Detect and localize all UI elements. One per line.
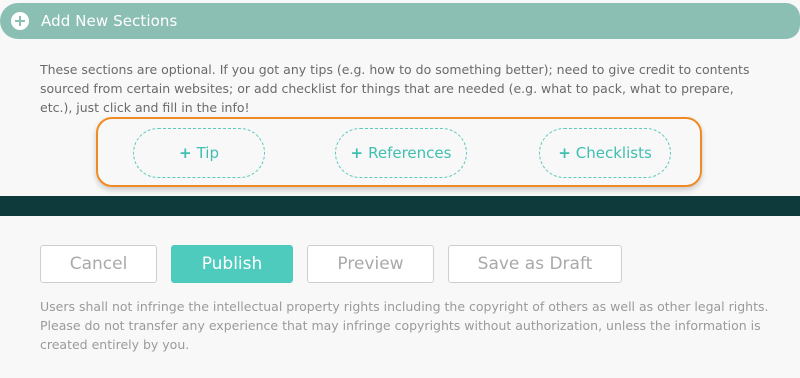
plus-icon: + [558, 144, 571, 162]
add-checklists-label: Checklists [575, 144, 652, 162]
copyright-notice: Users shall not infringe the intellectua… [40, 299, 769, 352]
save-as-draft-button[interactable]: Save as Draft [448, 245, 622, 283]
add-sections-panel: Add New Sections These sections are opti… [0, 0, 800, 196]
preview-button[interactable]: Preview [307, 245, 434, 283]
section-description: These sections are optional. If you got … [40, 62, 750, 115]
plus-circle-icon [11, 12, 29, 30]
cancel-button[interactable]: Cancel [40, 245, 157, 283]
add-references-label: References [368, 144, 452, 162]
plus-icon: + [179, 144, 192, 162]
optional-sections-group: + Tip + References + Checklists [96, 117, 702, 187]
add-tip-button[interactable]: + Tip [133, 128, 265, 178]
section-header[interactable]: Add New Sections [0, 3, 800, 39]
page: Add New Sections These sections are opti… [0, 0, 800, 378]
publish-button[interactable]: Publish [171, 245, 293, 283]
add-tip-label: Tip [196, 144, 219, 162]
add-references-button[interactable]: + References [335, 128, 467, 178]
add-checklists-button[interactable]: + Checklists [539, 128, 671, 178]
plus-icon: + [350, 144, 364, 162]
section-title: Add New Sections [41, 12, 178, 30]
